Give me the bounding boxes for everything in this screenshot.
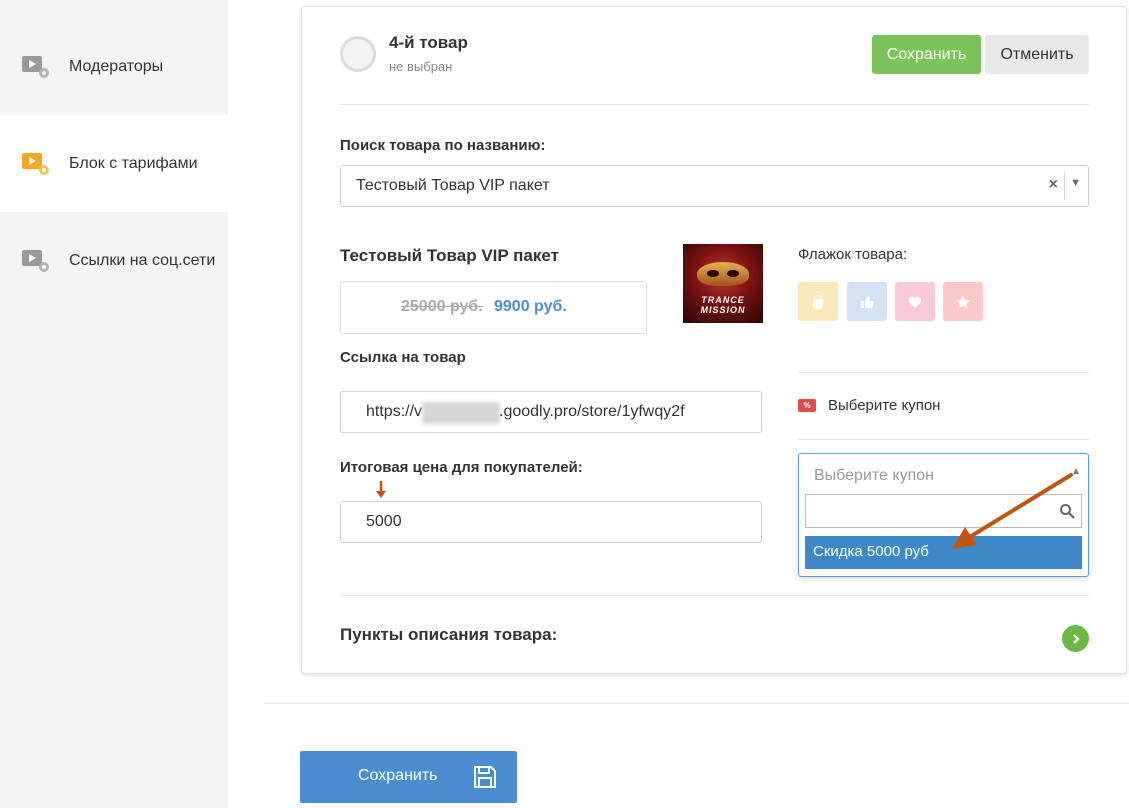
divider	[798, 372, 1089, 373]
sidebar-item-label: Модераторы	[69, 57, 164, 75]
link-suffix: .goodly.pro/store/1yfwqy2f	[499, 403, 685, 420]
flag-heart[interactable]	[895, 282, 935, 321]
mask-eye	[727, 270, 739, 277]
star-icon	[956, 295, 970, 308]
chevron-up-icon[interactable]: ▲	[1071, 466, 1081, 477]
product-card: 4-й товар не выбран Сохранить Отменить П…	[301, 6, 1127, 674]
sidebar-item-social-links[interactable]: Ссылки на соц.сети	[0, 212, 228, 309]
product-search-select[interactable]: Тестовый Товар VIP пакет × ▼	[340, 165, 1089, 207]
total-price-label: Итоговая цена для покупателей:	[340, 459, 583, 476]
coupon-option[interactable]: Скидка 5000 руб	[805, 536, 1082, 569]
divider	[340, 104, 1089, 105]
coupon-placeholder: Выберите купон	[814, 467, 934, 484]
product-slot-status: не выбран	[389, 59, 453, 74]
redacted-text	[422, 402, 500, 424]
video-settings-icon	[22, 249, 49, 272]
product-image-caption: TRANCE MISSION	[700, 295, 746, 315]
shopping-bag-icon	[813, 294, 823, 309]
old-price: 25000 руб.	[401, 298, 483, 315]
sidebar-item-label: Ссылки на соц.сети	[69, 251, 216, 269]
flag-label: Флажок товара:	[798, 246, 908, 263]
coupon-label: Выберите купон	[828, 397, 941, 414]
product-status-icon	[340, 36, 376, 72]
product-name: Тестовый Товар VIP пакет	[340, 246, 559, 265]
save-button[interactable]: Сохранить	[872, 35, 981, 74]
price-box: 25000 руб. 9900 руб.	[340, 281, 647, 334]
sidebar-item-tariffs[interactable]: Блок с тарифами	[0, 115, 228, 212]
sidebar: Модераторы Блок с тарифами Ссылки на соц…	[0, 0, 228, 808]
video-settings-icon	[22, 152, 49, 175]
clear-icon[interactable]: ×	[1049, 176, 1058, 194]
selected-product: Тестовый Товар VIP пакет	[356, 177, 550, 194]
sidebar-item-label: Блок с тарифами	[69, 154, 198, 172]
chevron-down-icon[interactable]: ▼	[1070, 177, 1081, 189]
link-prefix: https://v	[366, 403, 423, 420]
save-all-button[interactable]: Сохранить	[300, 751, 517, 803]
mask-eye	[707, 270, 719, 277]
divider	[264, 703, 1129, 704]
search-label: Поиск товара по названию:	[340, 137, 546, 154]
heart-icon	[908, 296, 922, 308]
description-points-label: Пункты описания товара:	[340, 625, 558, 644]
total-price-field[interactable]: 5000	[340, 501, 762, 543]
flag-star[interactable]	[943, 282, 983, 321]
save-all-label: Сохранить	[358, 767, 438, 784]
coupon-select-dropdown[interactable]: Выберите купон ▲ Скидка 5000 руб	[798, 453, 1089, 577]
sidebar-item-moderators[interactable]: Модераторы	[0, 18, 228, 115]
video-settings-icon	[22, 55, 49, 78]
coupon-icon: %	[798, 399, 816, 412]
product-link-field[interactable]: https://v .goodly.pro/store/1yfwqy2f	[340, 391, 762, 433]
search-icon	[1060, 504, 1075, 519]
thumbs-up-icon	[861, 295, 874, 308]
mask-graphic	[697, 262, 749, 286]
divider	[1064, 172, 1065, 200]
product-slot-title: 4-й товар	[389, 33, 468, 52]
total-price-value: 5000	[366, 513, 402, 530]
flag-bag[interactable]	[798, 282, 838, 321]
cancel-button[interactable]: Отменить	[985, 35, 1089, 74]
product-image: TRANCE MISSION	[683, 244, 763, 323]
expand-button[interactable]	[1062, 625, 1089, 652]
flag-thumbs-up[interactable]	[847, 282, 887, 321]
new-price: 9900 руб.	[494, 298, 567, 315]
divider	[798, 439, 1089, 440]
arrow-down-icon	[376, 481, 386, 498]
link-label: Ссылка на товар	[340, 349, 466, 366]
floppy-disk-icon	[474, 766, 496, 788]
divider	[340, 595, 1089, 596]
chevron-right-icon	[1072, 633, 1080, 644]
coupon-search-input[interactable]	[805, 494, 1082, 528]
